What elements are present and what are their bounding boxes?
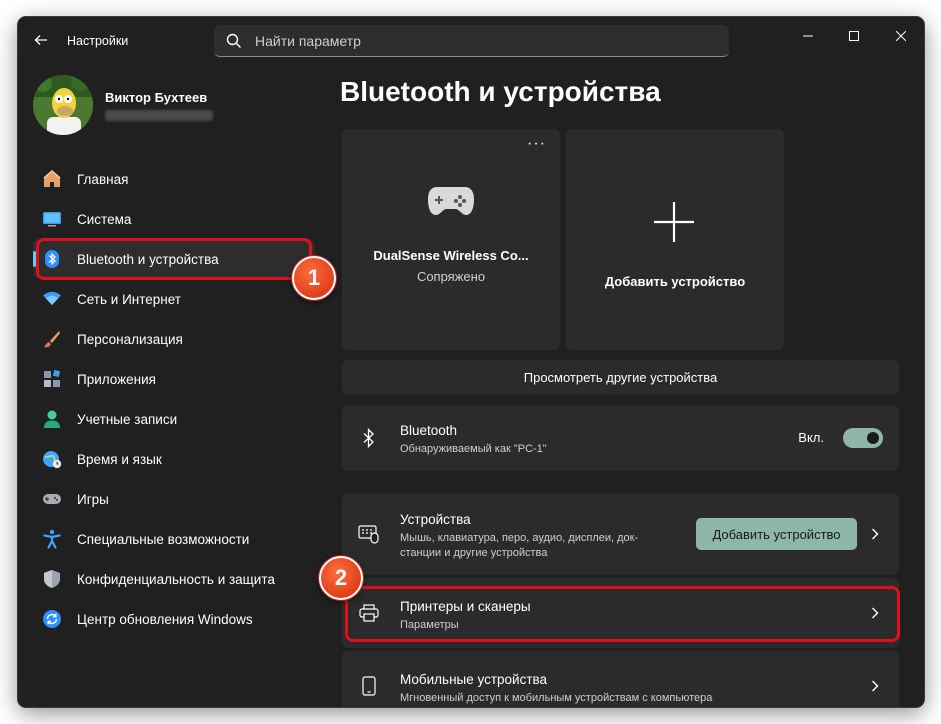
toggle-knob xyxy=(867,432,879,444)
page-title: Bluetooth и устройства xyxy=(340,76,661,107)
search-input[interactable]: Найти параметр xyxy=(255,33,361,49)
sidebar-item-time-language[interactable]: Время и язык xyxy=(33,439,315,479)
shield-icon xyxy=(42,569,62,589)
device-card-dualsense[interactable]: ··· DualSense Wireless Co... Сопряжено xyxy=(342,129,560,350)
devices-row[interactable]: Устройства Мышь, клавиатура, перо, аудио… xyxy=(342,493,899,575)
close-icon xyxy=(896,31,906,41)
settings-window: Настройки Найти параметр Виктор Бухтеев … xyxy=(18,17,924,707)
user-email-redacted xyxy=(105,110,213,121)
app-title: Настройки xyxy=(67,34,129,48)
add-device-label: Добавить устройство xyxy=(604,274,746,289)
sidebar-item-home[interactable]: Главная xyxy=(33,159,315,199)
plus-icon xyxy=(654,202,694,242)
monitor-icon xyxy=(42,209,62,229)
brush-icon xyxy=(42,329,62,349)
back-button[interactable] xyxy=(30,29,52,51)
step-badge-2: 2 xyxy=(319,556,363,600)
user-name: Виктор Бухтеев xyxy=(105,90,208,105)
sidebar-item-privacy[interactable]: Конфиденциальность и защита xyxy=(33,559,315,599)
add-device-button[interactable]: Добавить устройство xyxy=(696,518,857,550)
devices-subtitle-line2: станции и другие устройства xyxy=(400,547,548,559)
device-status: Сопряжено xyxy=(416,269,486,284)
mobile-subtitle: Мгновенный доступ к мобильным устройства… xyxy=(400,692,713,704)
devices-title: Устройства xyxy=(400,512,471,527)
update-icon xyxy=(42,609,62,629)
sidebar-item-personalization[interactable]: Персонализация xyxy=(33,319,315,359)
keyboard-mouse-icon xyxy=(358,523,380,545)
search-icon xyxy=(226,33,242,49)
chevron-right-icon[interactable] xyxy=(869,527,881,541)
sidebar-item-apps[interactable]: Приложения xyxy=(33,359,315,399)
minimize-button[interactable] xyxy=(785,21,831,51)
minimize-icon xyxy=(803,35,813,37)
wifi-icon xyxy=(42,289,62,309)
person-icon xyxy=(42,409,62,429)
search-box[interactable]: Найти параметр xyxy=(214,25,729,57)
sidebar-item-accessibility[interactable]: Специальные возможности xyxy=(33,519,315,559)
bluetooth-toggle[interactable] xyxy=(843,428,883,448)
devices-subtitle-line1: Мышь, клавиатура, перо, аудио, дисплеи, … xyxy=(400,532,639,544)
highlight-frame-printers xyxy=(345,586,900,642)
mobile-title: Мобильные устройства xyxy=(400,672,548,687)
highlight-frame-bluetooth xyxy=(36,238,312,280)
bluetooth-title: Bluetooth xyxy=(400,423,458,438)
sidebar-nav: Главная Система Bluetooth и устройства С… xyxy=(33,159,315,639)
bluetooth-icon xyxy=(358,427,380,449)
chevron-right-icon[interactable] xyxy=(869,679,881,693)
bluetooth-row: Bluetooth Обнаруживаемый как "PC-1" Вкл. xyxy=(342,405,899,471)
home-icon xyxy=(42,169,62,189)
step-badge-1: 1 xyxy=(292,256,336,300)
gamepad-icon xyxy=(42,489,62,509)
sidebar-item-accounts[interactable]: Учетные записи xyxy=(33,399,315,439)
sidebar-item-gaming[interactable]: Игры xyxy=(33,479,315,519)
view-more-devices-button[interactable]: Просмотреть другие устройства xyxy=(342,360,899,395)
close-button[interactable] xyxy=(878,21,924,51)
add-device-card[interactable]: Добавить устройство xyxy=(566,129,784,350)
avatar[interactable] xyxy=(33,75,93,135)
sidebar-item-network[interactable]: Сеть и Интернет xyxy=(33,279,315,319)
globe-clock-icon xyxy=(42,449,62,469)
gamepad-icon xyxy=(428,187,474,215)
accessibility-icon xyxy=(42,529,62,549)
bluetooth-toggle-label: Вкл. xyxy=(798,430,824,445)
mobile-devices-row[interactable]: Мобильные устройства Мгновенный доступ к… xyxy=(342,651,899,707)
title-bar: Настройки Найти параметр xyxy=(18,17,924,65)
sidebar-item-system[interactable]: Система xyxy=(33,199,315,239)
device-name: DualSense Wireless Co... xyxy=(373,248,529,263)
bluetooth-subtitle: Обнаруживаемый как "PC-1" xyxy=(400,443,547,455)
maximize-icon xyxy=(849,31,859,41)
user-profile[interactable]: Виктор Бухтеев xyxy=(33,75,313,137)
sidebar-item-windows-update[interactable]: Центр обновления Windows xyxy=(33,599,315,639)
more-options-button[interactable]: ··· xyxy=(527,135,546,153)
maximize-button[interactable] xyxy=(831,21,877,51)
phone-icon xyxy=(358,675,380,697)
back-arrow-icon xyxy=(34,35,47,45)
apps-icon xyxy=(42,369,62,389)
